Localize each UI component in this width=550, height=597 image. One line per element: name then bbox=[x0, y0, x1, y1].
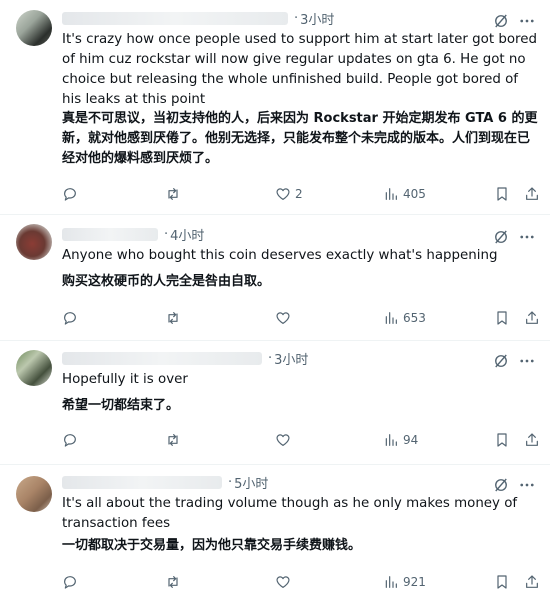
bookmark-icon bbox=[497, 433, 507, 447]
repost-icon bbox=[168, 576, 178, 588]
avatar[interactable] bbox=[16, 10, 52, 46]
repost-button[interactable] bbox=[165, 186, 185, 202]
bookmark-icon bbox=[497, 311, 507, 325]
timestamp[interactable]: 3小时 bbox=[274, 349, 308, 368]
grok-icon[interactable] bbox=[492, 12, 510, 30]
views-icon bbox=[385, 576, 397, 588]
repost-icon bbox=[168, 434, 178, 446]
repost-button[interactable] bbox=[165, 574, 185, 590]
reply-item[interactable]: · 3小时 Hopefully it is over 希望一切都结束了。 94 bbox=[0, 340, 550, 465]
action-bar: 2 405 bbox=[62, 186, 538, 206]
views-button[interactable]: 405 bbox=[383, 186, 426, 202]
repost-button[interactable] bbox=[165, 310, 185, 326]
views-button[interactable]: 653 bbox=[383, 310, 426, 326]
reply-text-en: It's crazy how once people used to suppo… bbox=[62, 32, 537, 107]
avatar[interactable] bbox=[16, 224, 52, 260]
avatar[interactable] bbox=[16, 476, 52, 512]
reply-item[interactable]: · 5小时 It's all about the trading volume … bbox=[0, 464, 550, 597]
reply-icon bbox=[64, 312, 76, 325]
like-button[interactable] bbox=[275, 574, 295, 590]
more-icon[interactable] bbox=[518, 476, 536, 494]
reply-item[interactable]: · 3小时 It's crazy how once people used to… bbox=[0, 0, 550, 215]
bookmark-button[interactable] bbox=[494, 310, 514, 326]
more-icon[interactable] bbox=[518, 228, 536, 246]
reply-button[interactable] bbox=[62, 186, 82, 202]
like-count: 2 bbox=[295, 187, 303, 201]
separator-dot: · bbox=[228, 474, 233, 490]
action-bar: 94 bbox=[62, 432, 538, 452]
views-count: 921 bbox=[403, 575, 426, 589]
more-icon[interactable] bbox=[518, 352, 536, 370]
reply-text-en: It's all about the trading volume though… bbox=[62, 496, 518, 531]
reply-button[interactable] bbox=[62, 432, 82, 448]
reply-meta: · 5小时 bbox=[62, 472, 268, 492]
avatar[interactable] bbox=[16, 350, 52, 386]
like-button[interactable] bbox=[275, 310, 295, 326]
grok-icon[interactable] bbox=[492, 476, 510, 494]
bookmark-button[interactable] bbox=[494, 432, 514, 448]
grok-icon[interactable] bbox=[492, 228, 510, 246]
like-button[interactable]: 2 bbox=[275, 186, 303, 202]
action-bar: 653 bbox=[62, 310, 538, 330]
share-icon bbox=[526, 433, 538, 446]
reply-icon bbox=[64, 188, 76, 201]
reply-text-zh: 真是不可思议，当初支持他的人，后来因为 Rockstar 开始定期发布 GTA … bbox=[62, 111, 538, 166]
more-icon[interactable] bbox=[518, 12, 536, 30]
bookmark-icon bbox=[497, 575, 507, 589]
views-icon bbox=[385, 188, 397, 200]
views-button[interactable]: 94 bbox=[383, 432, 418, 448]
views-icon bbox=[385, 312, 397, 324]
views-button[interactable]: 921 bbox=[383, 574, 426, 590]
reply-meta: · 3小时 bbox=[62, 348, 308, 368]
reply-button[interactable] bbox=[62, 574, 82, 590]
reply-icon bbox=[64, 576, 76, 589]
timestamp[interactable]: 4小时 bbox=[170, 225, 204, 244]
grok-icon[interactable] bbox=[492, 352, 510, 370]
reply-text-zh: 希望一切都结束了。 bbox=[62, 398, 180, 413]
reply-meta: · 3小时 bbox=[62, 8, 334, 28]
reply-item[interactable]: · 4小时 Anyone who bought this coin deserv… bbox=[0, 214, 550, 341]
share-button[interactable] bbox=[524, 432, 544, 448]
reply-meta: · 4小时 bbox=[62, 224, 204, 244]
blurred-username[interactable] bbox=[62, 227, 158, 241]
action-bar: 921 bbox=[62, 574, 538, 594]
bookmark-icon bbox=[497, 187, 507, 201]
reply-text-zh: 一切都取决于交易量，因为他只靠交易手续费赚钱。 bbox=[62, 538, 362, 553]
timestamp[interactable]: 3小时 bbox=[300, 9, 334, 28]
like-icon bbox=[276, 576, 290, 588]
share-button[interactable] bbox=[524, 186, 544, 202]
like-icon bbox=[276, 312, 290, 324]
views-count: 405 bbox=[403, 187, 426, 201]
blurred-username[interactable] bbox=[62, 351, 262, 365]
reply-icon bbox=[64, 434, 76, 447]
blurred-username[interactable] bbox=[62, 11, 288, 25]
share-icon bbox=[526, 187, 538, 200]
bookmark-button[interactable] bbox=[494, 574, 514, 590]
share-button[interactable] bbox=[524, 310, 544, 326]
like-icon bbox=[276, 188, 290, 200]
reply-button[interactable] bbox=[62, 310, 82, 326]
reply-text-zh: 购买这枚硬币的人完全是咎由自取。 bbox=[62, 274, 271, 289]
separator-dot: · bbox=[268, 350, 273, 366]
timestamp[interactable]: 5小时 bbox=[234, 473, 268, 492]
views-count: 94 bbox=[403, 433, 419, 447]
views-icon bbox=[385, 434, 397, 446]
reply-text-en: Anyone who bought this coin deserves exa… bbox=[62, 248, 498, 263]
views-count: 653 bbox=[403, 311, 426, 325]
separator-dot: · bbox=[164, 226, 169, 242]
reply-text-en: Hopefully it is over bbox=[62, 372, 188, 387]
separator-dot: · bbox=[294, 10, 299, 26]
share-icon bbox=[526, 575, 538, 588]
share-button[interactable] bbox=[524, 574, 544, 590]
repost-button[interactable] bbox=[165, 432, 185, 448]
share-icon bbox=[526, 311, 538, 324]
bookmark-button[interactable] bbox=[494, 186, 514, 202]
like-button[interactable] bbox=[275, 432, 295, 448]
repost-icon bbox=[168, 188, 178, 200]
like-icon bbox=[276, 434, 290, 446]
repost-icon bbox=[168, 312, 178, 324]
blurred-username[interactable] bbox=[62, 475, 222, 489]
